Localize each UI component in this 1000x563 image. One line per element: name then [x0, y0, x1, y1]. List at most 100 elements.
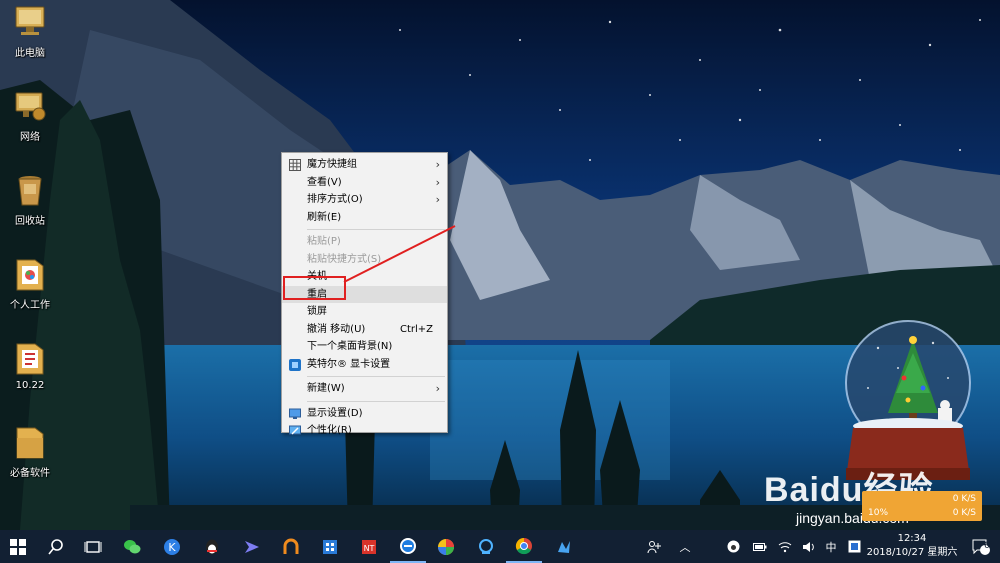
k-app-icon: K [164, 538, 180, 555]
menu-item-paste: 粘贴(P) [282, 233, 447, 251]
chevron-right-icon: › [435, 158, 440, 171]
search-button[interactable] [38, 530, 74, 563]
menu-item-label: 魔方快捷组 [307, 159, 357, 170]
menu-item-label: 粘贴(P) [307, 236, 341, 247]
menu-item-intel-graphics[interactable]: 英特尔® 显卡设置 [282, 356, 447, 374]
tray-app-icon [848, 540, 860, 553]
action-center-button[interactable]: 6 [962, 530, 1000, 563]
upload-speed: 0 K/S [952, 494, 976, 504]
menu-item-label: 显示设置(D) [307, 407, 363, 419]
windows-start-icon [10, 538, 26, 555]
chevron-right-icon: › [435, 175, 440, 189]
qq-tim-icon [479, 538, 493, 554]
menu-item-mofang-shortcut[interactable]: 魔方快捷组 › [282, 156, 447, 174]
desktop-icon-personal-work[interactable]: 个人工作 [2, 254, 58, 324]
taskbar-app-horseshoe[interactable] [273, 530, 309, 563]
tray-show-hidden[interactable]: ︿ [674, 530, 696, 563]
taskbar-app-bird[interactable] [234, 530, 270, 563]
qq-icon [206, 539, 218, 554]
download-speed: 0 K/S [952, 508, 976, 518]
tray-app-2[interactable] [845, 530, 863, 563]
menu-separator [307, 400, 445, 402]
folder-icon [16, 343, 44, 375]
dragon-app-icon [558, 540, 570, 553]
taskbar-app-chrome[interactable] [506, 530, 542, 563]
desktop-icon-essential-software[interactable]: 必备软件 [2, 422, 58, 492]
tray-people[interactable] [642, 530, 666, 563]
svg-text:NT: NT [364, 544, 375, 553]
taskbar-app-wechat[interactable] [114, 530, 150, 563]
store-app-icon [323, 539, 337, 554]
task-view-button[interactable] [75, 530, 111, 563]
menu-separator [307, 376, 445, 377]
desktop-icon-recycle-bin[interactable]: 回收站 [2, 170, 58, 240]
desktop-icon-1022[interactable]: 10.22 [2, 338, 58, 408]
taskbar-app-store[interactable] [312, 530, 348, 563]
menu-item-label: 下一个桌面背景(N) [307, 341, 393, 352]
horseshoe-app-icon [283, 538, 299, 554]
tray-battery[interactable] [751, 530, 769, 563]
grid-icon [289, 159, 301, 171]
tray-ime[interactable]: 中 [822, 530, 840, 563]
recycle-bin-icon [18, 176, 42, 206]
menu-item-sort-by[interactable]: 排序方式(O) › [282, 191, 447, 209]
menu-item-lock-screen[interactable]: 锁屏 [282, 303, 447, 321]
taskbar-app-k[interactable]: K [154, 530, 190, 563]
menu-item-label: 锁屏 [307, 306, 327, 317]
menu-item-label: 撤消 移动(U) [307, 323, 366, 335]
taskbar-app-color-wheel[interactable] [428, 530, 464, 563]
taskbar-app-qq[interactable] [194, 530, 230, 563]
color-wheel-icon [438, 538, 454, 555]
menu-item-label: 刷新(E) [307, 211, 342, 223]
menu-item-undo-move[interactable]: 撤消 移动(U) Ctrl+Z [282, 321, 447, 339]
snow-globe-widget [845, 320, 971, 480]
menu-item-next-background[interactable]: 下一个桌面背景(N) [282, 338, 447, 356]
desktop-icon-label: 网络 [20, 132, 40, 143]
folder-icon [16, 259, 44, 291]
desktop-icon-network[interactable]: 网络 [2, 86, 58, 156]
menu-item-new[interactable]: 新建(W) › [282, 380, 447, 398]
chevron-up-icon: ︿ [679, 540, 691, 554]
intel-graphics-icon [289, 358, 301, 371]
menu-separator [307, 229, 445, 230]
menu-item-label: 粘贴快捷方式(S) [307, 253, 382, 265]
network-speed-widget[interactable]: 10% 0 K/S 0 K/S [862, 491, 982, 521]
taskbar-app-edge[interactable] [390, 530, 426, 563]
taskbar: K NT ︿ 中 12:34 2018/10/27 星期六 6 [0, 530, 1000, 563]
svg-text:K: K [168, 541, 176, 554]
taskbar-app-qq-tim[interactable] [468, 530, 504, 563]
taskbar-clock[interactable]: 12:34 2018/10/27 星期六 [862, 532, 962, 560]
taskbar-app-dragon[interactable] [546, 530, 582, 563]
notification-count: 6 [984, 541, 990, 551]
nt-app-icon: NT [362, 539, 376, 554]
menu-item-refresh[interactable]: 刷新(E) [282, 209, 447, 227]
clock-time: 12:34 [897, 533, 927, 544]
task-view-icon [84, 540, 102, 553]
chrome-icon [515, 537, 532, 554]
menu-item-label: 排序方式(O) [307, 194, 363, 205]
computer-icon [15, 6, 45, 35]
menu-item-label: 英特尔® 显卡设置 [307, 358, 391, 370]
menu-item-view[interactable]: 查看(V) › [282, 174, 447, 192]
bird-app-icon [245, 540, 259, 553]
battery-icon [753, 542, 767, 551]
tray-paw-icon [727, 540, 739, 553]
tray-volume[interactable] [800, 530, 818, 563]
taskbar-app-nt[interactable]: NT [351, 530, 387, 563]
desktop-icon-label: 回收站 [15, 216, 45, 227]
tray-wifi[interactable] [776, 530, 794, 563]
desktop-icon-label: 10.22 [15, 380, 45, 391]
start-button[interactable] [0, 530, 36, 563]
chevron-right-icon: › [435, 193, 440, 206]
desktop-icon-this-pc[interactable]: 此电脑 [2, 2, 58, 72]
menu-item-label: 查看(V) [307, 176, 342, 188]
edge-icon [400, 537, 416, 554]
menu-item-label: 个性化(R) [307, 425, 352, 436]
tray-app-1[interactable] [724, 530, 742, 563]
menu-item-personalize[interactable]: 个性化(R) [282, 422, 447, 440]
search-icon [48, 538, 63, 554]
menu-item-display-settings[interactable]: 显示设置(D) [282, 405, 447, 423]
personalize-icon [289, 425, 301, 435]
desktop-icon-label: 个人工作 [10, 300, 50, 311]
clock-date: 2018/10/27 星期六 [866, 547, 958, 558]
